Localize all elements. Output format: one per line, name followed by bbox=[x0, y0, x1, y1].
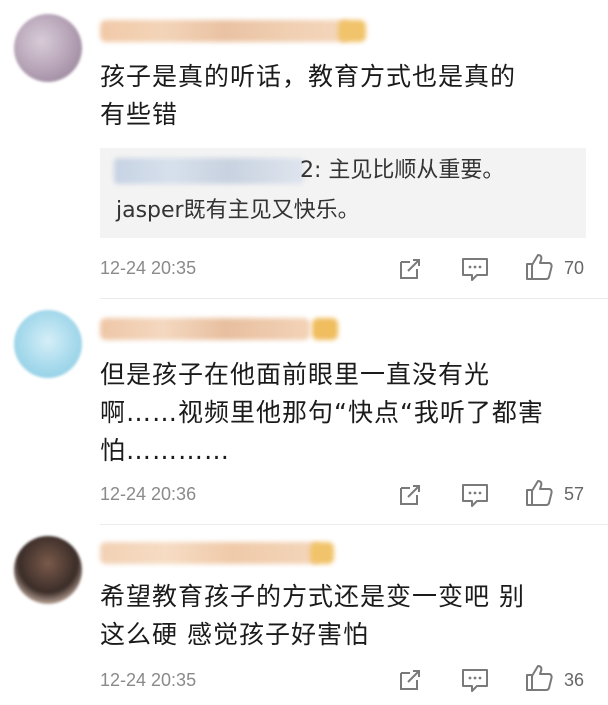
vip-badge-icon bbox=[310, 542, 334, 564]
username[interactable] bbox=[100, 318, 310, 340]
comment-icon[interactable] bbox=[460, 666, 490, 694]
share-icon[interactable] bbox=[396, 481, 424, 509]
username[interactable] bbox=[100, 20, 350, 42]
timestamp: 12-24 20:35 bbox=[100, 670, 197, 690]
reply-box[interactable]: 2: 主见比顺从重要。 jasper既有主见又快乐。 bbox=[100, 148, 586, 238]
share-icon[interactable] bbox=[396, 666, 424, 694]
thumbs-up-icon[interactable] bbox=[524, 252, 554, 282]
avatar[interactable] bbox=[14, 310, 82, 378]
thumbs-up-icon[interactable] bbox=[524, 663, 554, 693]
avatar[interactable] bbox=[14, 536, 82, 604]
share-icon[interactable] bbox=[396, 255, 424, 283]
vip-badge-icon bbox=[338, 20, 366, 42]
thumbs-up-icon[interactable] bbox=[524, 478, 554, 508]
comment-icon[interactable] bbox=[460, 255, 490, 283]
timestamp: 12-24 20:35 bbox=[100, 258, 197, 278]
username[interactable] bbox=[100, 542, 320, 564]
comment-text: 但是孩子在他面前眼里一直没有光 啊……视频里他那句“快点“我听了都害 怕………… bbox=[100, 360, 544, 465]
divider bbox=[100, 524, 608, 525]
reply-username[interactable] bbox=[114, 158, 304, 184]
comment-icon[interactable] bbox=[460, 481, 490, 509]
divider bbox=[100, 298, 608, 299]
reply-text-line-2: jasper既有主见又快乐。 bbox=[116, 198, 360, 223]
reply-text-line-1: 2: 主见比顺从重要。 bbox=[300, 158, 505, 183]
comment-text: 孩子是真的听话，教育方式也是真的 有些错 bbox=[100, 62, 517, 129]
vip-badge-icon bbox=[312, 318, 338, 340]
like-count: 57 bbox=[564, 484, 585, 504]
like-count: 70 bbox=[564, 258, 585, 278]
comment-text: 希望教育孩子的方式还是变一变吧 别 这么硬 感觉孩子好害怕 bbox=[100, 582, 525, 649]
timestamp: 12-24 20:36 bbox=[100, 484, 197, 504]
avatar[interactable] bbox=[14, 14, 82, 82]
like-count: 36 bbox=[564, 670, 585, 690]
